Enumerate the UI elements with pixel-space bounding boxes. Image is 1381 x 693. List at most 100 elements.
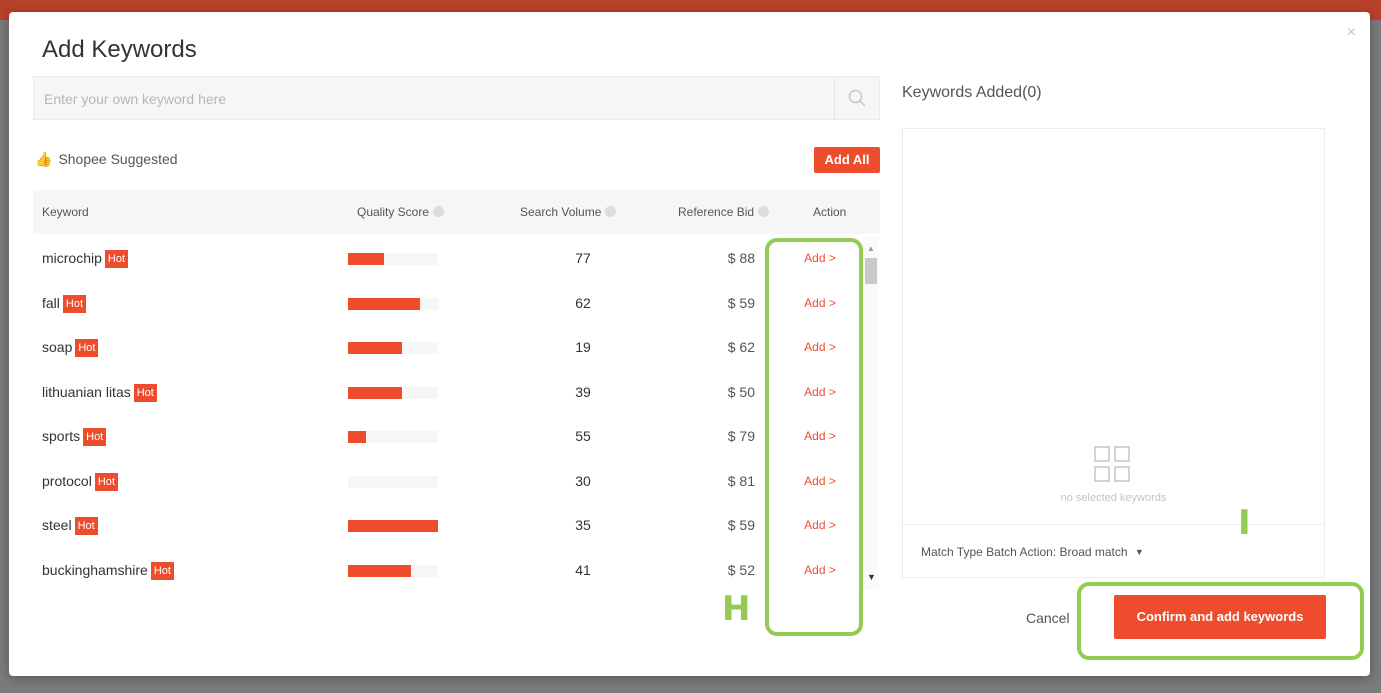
hot-badge: Hot [104, 250, 129, 268]
caret-down-icon: ▼ [1134, 547, 1144, 557]
thumbs-up-icon: 👍 [35, 151, 53, 167]
search-volume-value: 77 [575, 250, 591, 266]
keyword-search-box [33, 76, 880, 121]
reference-bid-value: $ 88 [727, 250, 755, 266]
quality-score-bar [348, 431, 438, 443]
keyword-text: sports [42, 428, 81, 444]
close-icon[interactable]: × [1347, 24, 1356, 42]
annotation-box-i [1077, 582, 1364, 660]
keywords-added-title: Keywords Added(0) [902, 84, 1042, 101]
table-row: protocol Hot 30 $ 81 Add > [33, 459, 863, 504]
match-type-label: Match Type Batch Action: Broad match [921, 545, 1128, 559]
header-quality-score: Quality Score [357, 205, 445, 219]
quality-score-fill [348, 431, 366, 443]
info-icon[interactable] [605, 206, 617, 217]
search-volume-value: 55 [575, 428, 591, 444]
reference-bid-value: $ 81 [727, 472, 755, 489]
empty-state-text: no selected keywords [1060, 492, 1167, 504]
table-row: lithuanian litas Hot 39 $ 50 Add > [33, 370, 863, 415]
shopee-suggested-label: Shopee Suggested [58, 151, 178, 167]
keyword-search-input[interactable] [34, 77, 846, 121]
quality-score-fill [348, 520, 438, 532]
reference-bid-value: $ 59 [727, 294, 755, 311]
quality-score-fill [348, 386, 402, 399]
keyword-cell: steel Hot [42, 517, 98, 535]
annotation-box-h [765, 238, 863, 636]
search-volume-value: 30 [575, 472, 591, 489]
info-icon[interactable] [758, 206, 770, 217]
quality-score-bar [348, 253, 438, 265]
keyword-cell: fall Hot [42, 294, 87, 313]
hot-badge: Hot [74, 517, 98, 535]
add-all-button[interactable]: Add All [814, 147, 880, 173]
keyword-text: lithuanian litas [42, 383, 131, 400]
keyword-cell: sports Hot [42, 428, 107, 446]
table-row: buckinghamshire Hot 41 $ 52 Add > [33, 548, 863, 593]
reference-bid-value: $ 52 [727, 561, 755, 578]
keyword-table-body: microchip Hot 77 $ 88 Add > fall Hot 62 $ … [33, 236, 863, 592]
header-keyword: Keyword [42, 205, 89, 219]
table-row: steel Hot 35 $ 59 Add > [33, 503, 863, 548]
keyword-cell: microchip Hot [42, 250, 129, 268]
table-header: Keyword Quality Score Search Volume Refe… [33, 190, 880, 234]
match-type-dropdown[interactable]: Match Type Batch Action: Broad match ▼ [921, 545, 1144, 559]
header-reference-bid-label: Reference Bid [678, 205, 755, 219]
keyword-cell: soap Hot [42, 339, 99, 357]
search-volume-value: 62 [575, 294, 591, 311]
header-search-volume-label: Search Volume [520, 205, 602, 219]
scrollbar-thumb[interactable] [865, 258, 877, 284]
annotation-label-h: H [722, 589, 751, 629]
hot-badge: Hot [83, 428, 107, 446]
scroll-up-icon[interactable]: ▲ [867, 244, 875, 253]
hot-badge: Hot [150, 561, 174, 580]
panel-divider [903, 524, 1324, 525]
reference-bid-value: $ 50 [727, 383, 755, 400]
header-search-volume: Search Volume [520, 205, 617, 219]
keywords-added-panel: no selected keywords Match Type Batch Ac… [902, 128, 1325, 578]
table-scrollbar[interactable]: ▲ ▼ [863, 236, 879, 590]
quality-score-bar [348, 386, 438, 399]
keyword-cell: buckinghamshire Hot [42, 561, 174, 580]
keyword-text: steel [42, 517, 72, 533]
header-reference-bid: Reference Bid [678, 205, 770, 219]
empty-grid-icon [1094, 446, 1130, 482]
keyword-text: soap [42, 339, 73, 355]
reference-bid-value: $ 79 [727, 428, 755, 444]
reference-bid-value: $ 59 [727, 517, 755, 533]
search-volume-value: 41 [575, 561, 591, 578]
hot-badge: Hot [62, 294, 87, 313]
quality-score-bar [348, 564, 438, 577]
quality-score-bar [348, 297, 438, 310]
hot-badge: Hot [94, 472, 118, 491]
scroll-down-icon[interactable]: ▼ [867, 572, 876, 582]
table-row: soap Hot 19 $ 62 Add > [33, 325, 863, 370]
keyword-text: buckinghamshire [42, 561, 148, 578]
cancel-button[interactable]: Cancel [1026, 610, 1070, 626]
header-quality-score-label: Quality Score [357, 205, 430, 219]
keyword-text: microchip [42, 250, 102, 266]
quality-score-bar [348, 475, 438, 488]
quality-score-bar [348, 342, 438, 354]
shopee-suggested-heading: 👍 Shopee Suggested [35, 151, 178, 168]
quality-score-fill [348, 253, 384, 265]
header-action: Action [813, 205, 847, 219]
annotation-label-i: I [1238, 503, 1251, 543]
table-row: fall Hot 62 $ 59 Add > [33, 281, 863, 326]
search-volume-value: 39 [575, 383, 591, 400]
quality-score-fill [348, 342, 402, 354]
quality-score-fill [348, 297, 420, 310]
keyword-text: fall [42, 294, 60, 311]
search-icon[interactable] [847, 88, 867, 108]
modal-title: Add Keywords [42, 36, 197, 63]
quality-score-bar [348, 520, 438, 532]
info-icon[interactable] [433, 206, 445, 217]
search-volume-value: 35 [575, 517, 591, 533]
hot-badge: Hot [75, 339, 99, 357]
hot-badge: Hot [133, 383, 157, 402]
keyword-cell: protocol Hot [42, 472, 118, 491]
table-row: microchip Hot 77 $ 88 Add > [33, 236, 863, 281]
search-volume-value: 19 [575, 339, 591, 355]
search-divider [834, 77, 835, 119]
keyword-cell: lithuanian litas Hot [42, 383, 157, 402]
reference-bid-value: $ 62 [727, 339, 755, 355]
